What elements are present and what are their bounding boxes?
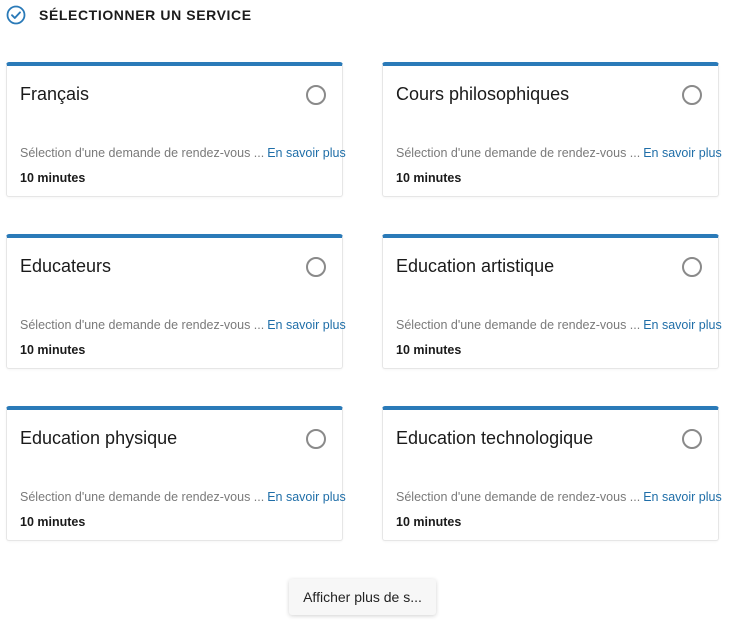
learn-more-link[interactable]: En savoir plus <box>643 318 722 332</box>
service-grid: Français Sélection d'une demande de rend… <box>6 62 722 541</box>
service-description-text: Sélection d'une demande de rendez-vous .… <box>20 146 265 160</box>
learn-more-link[interactable]: En savoir plus <box>643 490 722 504</box>
service-card-francais[interactable]: Français Sélection d'une demande de rend… <box>6 62 346 197</box>
service-title: Education artistique <box>396 256 555 276</box>
service-duration: 10 minutes <box>20 171 86 185</box>
service-card-education-physique[interactable]: Education physique Sélection d'une deman… <box>6 406 346 541</box>
learn-more-link[interactable]: En savoir plus <box>643 146 722 160</box>
service-description: Sélection d'une demande de rendez-vous .… <box>20 318 346 332</box>
show-more-services-button[interactable]: Afficher plus de s... <box>289 579 436 615</box>
service-duration: 10 minutes <box>396 171 462 185</box>
service-radio[interactable] <box>682 85 702 105</box>
service-description: Sélection d'une demande de rendez-vous .… <box>20 146 346 160</box>
service-duration: 10 minutes <box>396 343 462 357</box>
service-card-education-artistique[interactable]: Education artistique Sélection d'une dem… <box>382 234 722 369</box>
learn-more-link[interactable]: En savoir plus <box>267 146 346 160</box>
service-description-text: Sélection d'une demande de rendez-vous .… <box>396 146 641 160</box>
service-card-cours-philosophiques[interactable]: Cours philosophiques Sélection d'une dem… <box>382 62 722 197</box>
service-duration: 10 minutes <box>20 515 86 529</box>
service-radio[interactable] <box>306 85 326 105</box>
service-radio[interactable] <box>682 429 702 449</box>
learn-more-link[interactable]: En savoir plus <box>267 490 346 504</box>
service-title: Education physique <box>20 428 178 448</box>
check-circle-icon <box>6 5 26 25</box>
service-title: Cours philosophiques <box>396 84 570 104</box>
service-card-education-technologique[interactable]: Education technologique Sélection d'une … <box>382 406 722 541</box>
section-title: SÉLECTIONNER UN SERVICE <box>39 7 252 23</box>
service-description: Sélection d'une demande de rendez-vous .… <box>20 490 346 504</box>
service-title: Educateurs <box>20 256 112 276</box>
service-duration: 10 minutes <box>396 515 462 529</box>
service-radio[interactable] <box>306 429 326 449</box>
service-description-text: Sélection d'une demande de rendez-vous .… <box>396 318 641 332</box>
service-description-text: Sélection d'une demande de rendez-vous .… <box>396 490 641 504</box>
service-card-educateurs[interactable]: Educateurs Sélection d'une demande de re… <box>6 234 346 369</box>
learn-more-link[interactable]: En savoir plus <box>267 318 346 332</box>
section-header: SÉLECTIONNER UN SERVICE <box>6 4 252 26</box>
service-title: Français <box>20 84 90 104</box>
service-duration: 10 minutes <box>20 343 86 357</box>
service-description: Sélection d'une demande de rendez-vous .… <box>396 318 722 332</box>
service-description-text: Sélection d'une demande de rendez-vous .… <box>20 318 265 332</box>
service-description: Sélection d'une demande de rendez-vous .… <box>396 490 722 504</box>
service-description-text: Sélection d'une demande de rendez-vous .… <box>20 490 265 504</box>
service-radio[interactable] <box>682 257 702 277</box>
service-title: Education technologique <box>396 428 594 448</box>
service-description: Sélection d'une demande de rendez-vous .… <box>396 146 722 160</box>
service-radio[interactable] <box>306 257 326 277</box>
